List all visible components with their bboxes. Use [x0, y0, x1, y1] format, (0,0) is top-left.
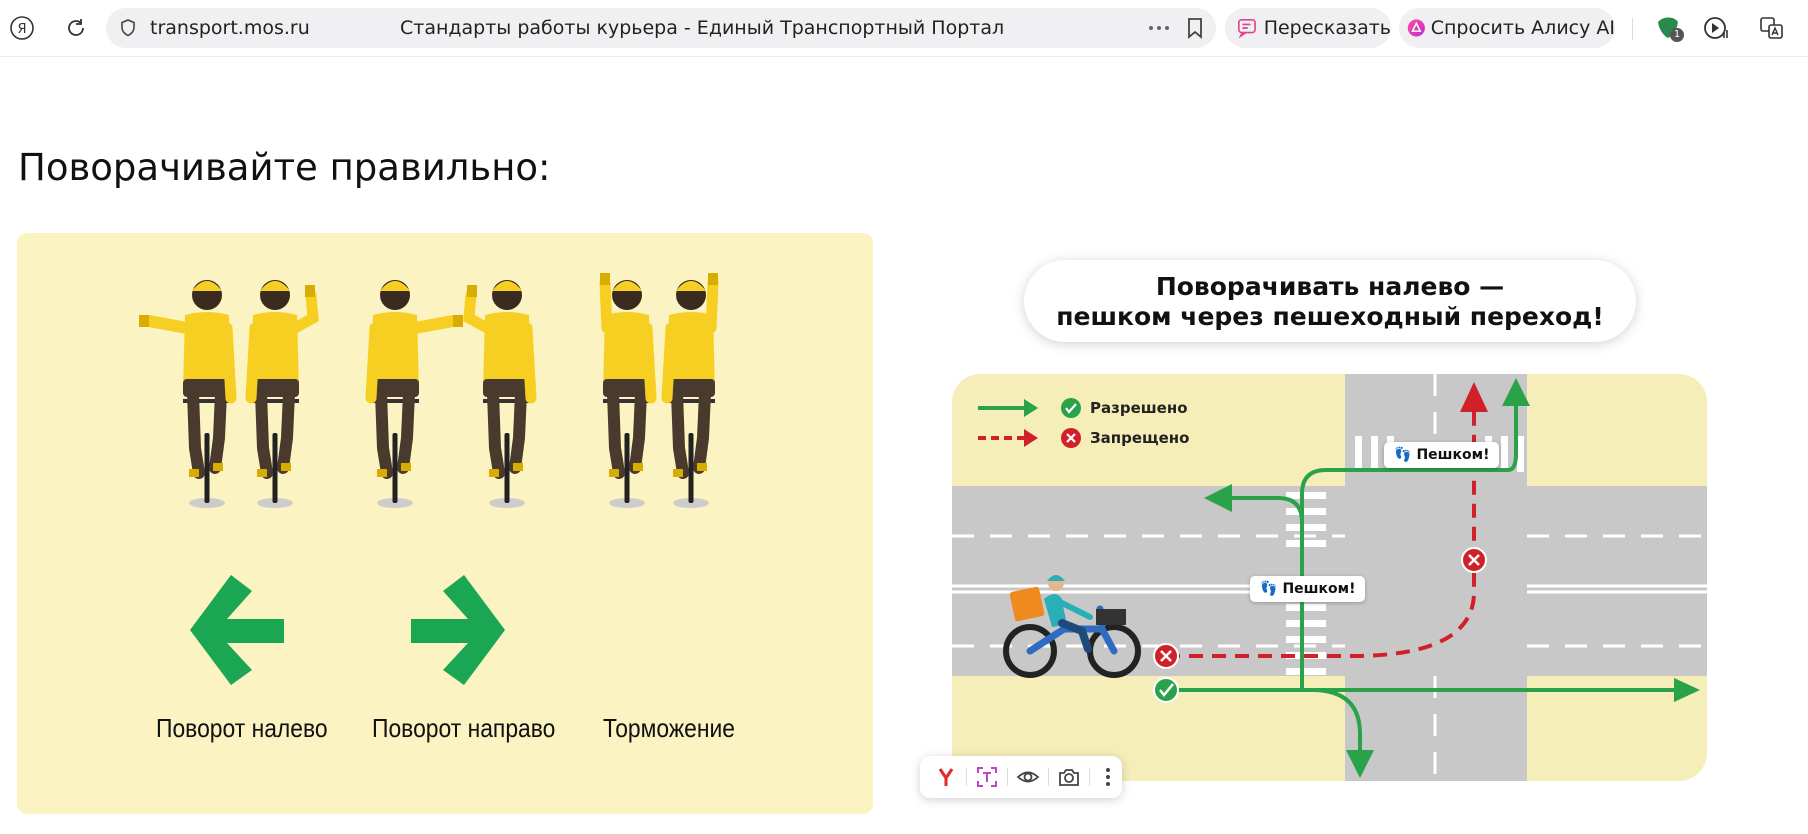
address-bar[interactable]: transport.mos.ru Стандарты работы курьер… [106, 8, 1216, 48]
diagram-title-line1: Поворачивать налево — [1155, 272, 1505, 301]
caption-braking: Торможение [603, 713, 736, 743]
retell-icon [1237, 19, 1256, 39]
browser-toolbar: Я transport.mos.ru Стандарты работы курь… [0, 0, 1808, 57]
forbidden-marker-start [1153, 643, 1179, 669]
camera-icon[interactable] [1057, 765, 1081, 789]
shield-icon[interactable] [118, 18, 138, 38]
page-tab-title: Стандарты работы курьера - Единый Трансп… [400, 17, 1005, 39]
retell-label: Пересказать [1263, 17, 1391, 39]
url-text[interactable]: transport.mos.ru [150, 17, 310, 39]
retell-button[interactable]: Пересказать [1225, 8, 1391, 48]
yandex-logo-icon[interactable]: Я [6, 12, 38, 44]
ask-alice-button[interactable]: Спросить Алису AI [1399, 8, 1615, 48]
extension-icon[interactable]: 1 [1654, 14, 1684, 42]
alice-icon [1407, 19, 1425, 37]
footsteps-icon: 👣 [1394, 447, 1412, 463]
legend-status-icons [1061, 398, 1081, 448]
legend: Разрешено Запрещено [978, 396, 1198, 456]
reload-icon[interactable] [60, 12, 92, 44]
bookmark-icon[interactable] [1186, 17, 1204, 39]
walk-label-left: 👣 Пешком! [1250, 576, 1366, 602]
yandex-search-icon[interactable] [934, 765, 958, 789]
legend-allowed: Разрешено [1090, 399, 1188, 417]
ask-alice-label: Спросить Алису AI [1430, 17, 1615, 39]
image-actions-toolbar [920, 756, 1122, 798]
toolbar-divider [1048, 768, 1049, 786]
walk-label-top: 👣 Пешком! [1384, 442, 1500, 468]
diagram-title-bubble: Поворачивать налево — пешком через пешех… [1024, 260, 1636, 342]
eye-icon[interactable] [1016, 765, 1040, 789]
toolbar-divider [1632, 18, 1633, 40]
text-recognition-icon[interactable] [975, 765, 999, 789]
diagram-title-line2: пешком через пешеходный переход! [1056, 302, 1604, 331]
page-heading: Поворачивайте правильно: [18, 146, 551, 189]
legend-arrows-icon [978, 399, 1038, 447]
intersection-diagram[interactable]: Разрешено Запрещено 👣 Пешком! 👣 Пешком! [952, 374, 1707, 781]
left-signal-pair [139, 280, 319, 508]
toolbar-divider [1007, 768, 1008, 786]
hand-signals-image[interactable]: Поворот налево Поворот направо Торможени… [17, 233, 873, 814]
arrow-left-icon [190, 575, 284, 685]
braking-signal-pair [600, 273, 718, 508]
toolbar-divider [966, 768, 967, 786]
legend-forbidden: Запрещено [1090, 429, 1190, 447]
caption-turn-right: Поворот направо [372, 713, 556, 743]
player-icon[interactable] [1700, 12, 1732, 44]
caption-turn-left: Поворот налево [156, 713, 328, 743]
toolbar-divider [1089, 768, 1090, 786]
allowed-marker-start [1153, 677, 1179, 703]
footsteps-icon: 👣 [1260, 581, 1278, 597]
forbidden-marker-turn [1461, 547, 1487, 573]
svg-text:Я: Я [17, 22, 26, 37]
more-dots-icon[interactable] [1148, 24, 1170, 32]
more-vertical-icon[interactable] [1096, 765, 1120, 789]
right-signal-pair [371, 280, 531, 508]
extension-badge: 1 [1670, 28, 1684, 42]
arrow-right-icon [411, 575, 505, 685]
translate-icon[interactable] [1756, 12, 1788, 44]
